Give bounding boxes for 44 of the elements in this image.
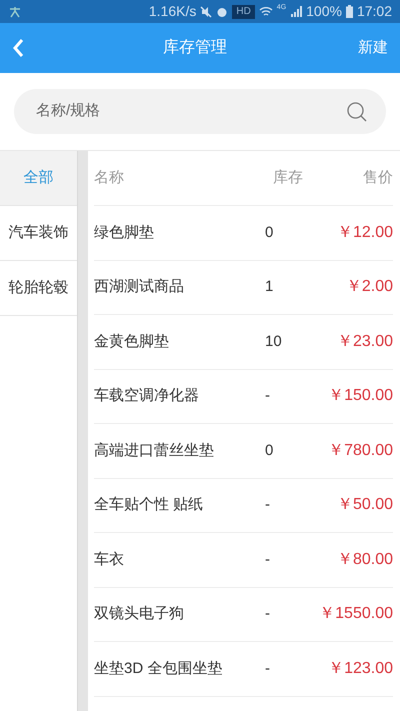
table-cell-text: ￥80.00: [336, 550, 393, 570]
clock: 17:02: [356, 2, 392, 21]
page-title: 库存管理: [163, 38, 227, 58]
table-cell-text: ￥50.00: [336, 495, 393, 516]
signal-icon: [290, 6, 302, 17]
table-cell-text: -: [265, 495, 271, 515]
search-bar[interactable]: 名称/规格: [14, 89, 386, 134]
table-cell-text: ￥150.00: [327, 386, 393, 406]
wifi-icon: [258, 6, 273, 17]
table-cell-text: 双镜头电子狗: [94, 604, 185, 624]
table-cell-text: -: [265, 658, 271, 678]
table-cell-text: 10: [265, 332, 283, 352]
column-header: 库存: [273, 168, 304, 188]
search-field[interactable]: 名称/规格: [36, 100, 346, 123]
table-cell-text: 坐垫3D 全包围坐垫: [94, 658, 224, 678]
table-cell-text: 绿色脚垫: [94, 222, 155, 242]
table-cell-text: 车衣: [94, 550, 125, 570]
back-icon: [12, 38, 24, 58]
mute-icon: [200, 6, 212, 18]
search-icon: [346, 100, 368, 122]
battery-percent: 100%: [306, 2, 342, 21]
table-cell-text: ￥2.00: [344, 277, 393, 298]
table-cell-text: ￥1550.00: [318, 604, 393, 624]
table-cell-text: 1: [265, 277, 274, 297]
table-cell-text: 车载空调净化器: [94, 386, 200, 406]
column-header: 名称: [94, 168, 125, 188]
table-cell-text: 0: [265, 222, 274, 242]
table-cell-text: -: [265, 550, 271, 570]
table-cell-text: ￥123.00: [327, 658, 393, 679]
table-cell-text: ￥23.00: [336, 332, 393, 352]
network-speed: 1.16K/s: [148, 2, 196, 21]
battery-icon: [346, 5, 353, 18]
hd-badge: HD: [232, 4, 255, 18]
table-cell-text: 0: [265, 440, 274, 460]
table-cell-text: -: [265, 604, 271, 624]
table-cell-text: ￥780.00: [327, 440, 393, 461]
table-cell-text: 西湖测试商品: [94, 277, 185, 297]
table-cell-text: 金黄色脚垫: [94, 332, 170, 352]
table-cell-text: 全车贴个性 贴纸: [94, 495, 204, 515]
table-cell-text: ￥12.00: [336, 222, 393, 243]
column-header: 售价: [362, 168, 393, 188]
table-cell-text: 高端进口蕾丝坐垫: [94, 440, 215, 460]
table-cell-text: -: [265, 386, 271, 406]
accessibility-icon: [8, 6, 22, 18]
